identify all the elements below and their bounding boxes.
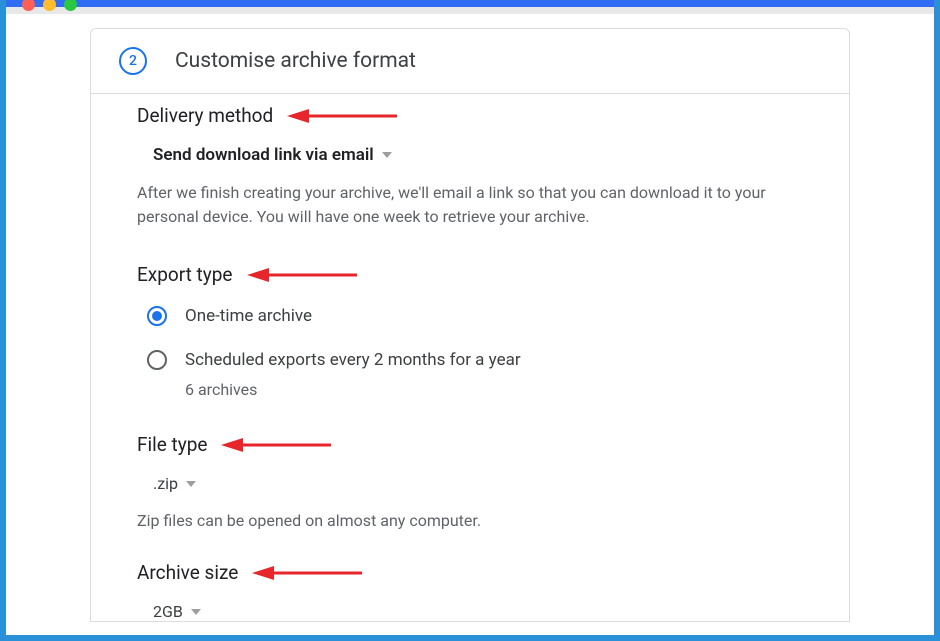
delivery-method-dropdown[interactable]: Send download link via email [153, 145, 803, 165]
export-onetime-radio[interactable]: One-time archive [147, 306, 803, 326]
maximize-window-icon[interactable] [64, 0, 77, 11]
file-type-help: Zip files can be opened on almost any co… [137, 509, 803, 533]
archive-size-selected: 2GB [153, 602, 183, 621]
export-scheduled-label: Scheduled exports every 2 months for a y… [185, 350, 521, 370]
window-traffic-lights [22, 0, 77, 11]
chevron-down-icon [382, 152, 392, 158]
annotation-arrow-icon [247, 266, 357, 284]
file-type-text: File type [137, 433, 207, 456]
delivery-method-selected: Send download link via email [153, 145, 374, 165]
archive-size-label: Archive size [137, 561, 803, 584]
step-number: 2 [129, 53, 137, 69]
annotation-arrow-icon [221, 436, 331, 454]
step-number-badge: 2 [119, 47, 147, 75]
step-header[interactable]: 2 Customise archive format [91, 29, 849, 94]
progress-strip [6, 0, 934, 10]
file-type-selected: .zip [153, 474, 178, 493]
delivery-method-text: Delivery method [137, 104, 273, 127]
archive-format-card: 2 Customise archive format Delivery meth… [90, 28, 850, 622]
file-type-dropdown[interactable]: .zip [153, 474, 803, 493]
export-type-text: Export type [137, 263, 233, 286]
archive-size-dropdown[interactable]: 2GB [153, 602, 803, 621]
delivery-method-label: Delivery method [137, 104, 803, 127]
chevron-down-icon [191, 609, 201, 615]
export-type-label: Export type [137, 263, 803, 286]
step-title: Customise archive format [175, 49, 416, 73]
export-scheduled-radio[interactable]: Scheduled exports every 2 months for a y… [147, 350, 803, 370]
export-onetime-label: One-time archive [185, 306, 312, 326]
archive-size-text: Archive size [137, 561, 238, 584]
chevron-down-icon [186, 481, 196, 487]
delivery-method-help: After we finish creating your archive, w… [137, 181, 803, 229]
minimize-window-icon[interactable] [43, 0, 56, 11]
radio-selected-icon [147, 306, 167, 326]
annotation-arrow-icon [287, 107, 397, 125]
radio-unselected-icon [147, 350, 167, 370]
annotation-arrow-icon [252, 564, 362, 582]
close-window-icon[interactable] [22, 0, 35, 11]
file-type-label: File type [137, 433, 803, 456]
export-scheduled-sublabel: 6 archives [185, 380, 803, 399]
